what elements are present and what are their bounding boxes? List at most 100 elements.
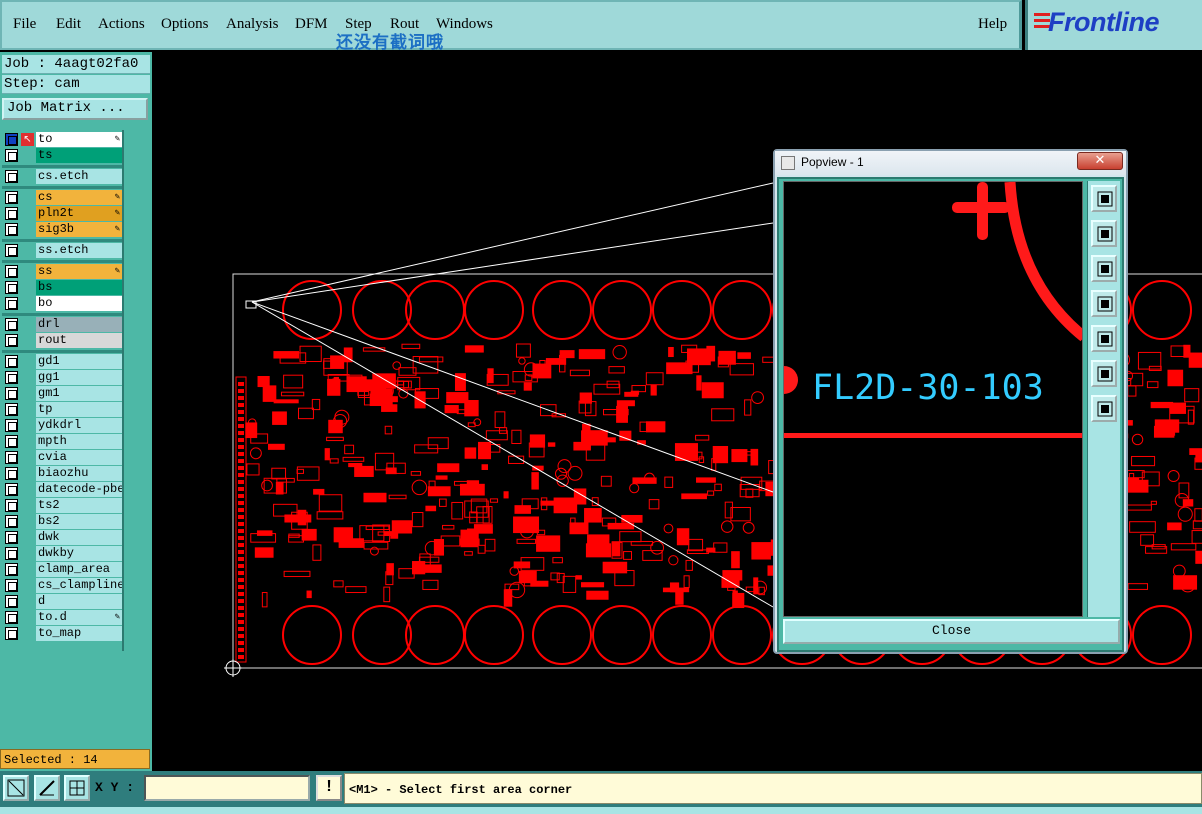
pan-down-button[interactable]: [1091, 255, 1117, 282]
layer-row[interactable]: mpth: [2, 434, 122, 449]
layer-row[interactable]: biaozhu: [2, 466, 122, 481]
popview-viewport[interactable]: FL2D-30-103: [783, 181, 1083, 617]
layer-checkbox[interactable]: [5, 515, 18, 528]
layer-checkbox[interactable]: [5, 579, 18, 592]
layer-checkbox[interactable]: [5, 133, 18, 146]
close-button[interactable]: Close: [783, 619, 1120, 644]
layer-row[interactable]: tp: [2, 402, 122, 417]
pcb-pad: [567, 465, 583, 481]
xy-input[interactable]: [144, 775, 310, 801]
message-button[interactable]: !: [316, 775, 342, 801]
layer-row[interactable]: ss ✎: [2, 264, 122, 279]
layer-row[interactable]: bo: [2, 296, 122, 311]
layer-row[interactable]: d: [2, 594, 122, 609]
layer-checkbox[interactable]: [5, 531, 18, 544]
layer-row[interactable]: gg1: [2, 370, 122, 385]
layer-checkbox[interactable]: [5, 191, 18, 204]
pcb-component: [1170, 543, 1197, 551]
pcb-component: [751, 542, 771, 560]
layer-checkbox[interactable]: [5, 355, 18, 368]
layer-checkbox[interactable]: [5, 334, 18, 347]
layer-checkbox[interactable]: [5, 149, 18, 162]
layer-row[interactable]: to_map: [2, 626, 122, 641]
layer-checkbox[interactable]: [5, 499, 18, 512]
layer-checkbox[interactable]: [5, 419, 18, 432]
layer-row[interactable]: clamp_area: [2, 562, 122, 577]
menu-analysis[interactable]: Analysis: [226, 16, 279, 33]
layer-row[interactable]: gd1: [2, 354, 122, 369]
layer-checkbox[interactable]: [5, 371, 18, 384]
layer-checkbox[interactable]: [5, 451, 18, 464]
pan-down-icon: [1097, 261, 1113, 277]
layer-checkbox[interactable]: [5, 547, 18, 560]
layer-row[interactable]: bs: [2, 280, 122, 295]
layer-row[interactable]: rout: [2, 333, 122, 348]
layer-checkbox[interactable]: [5, 281, 18, 294]
layer-name: drl: [36, 317, 122, 332]
menu-help[interactable]: Help: [978, 16, 1007, 33]
layer-row[interactable]: drl: [2, 317, 122, 332]
connector-pin: [238, 403, 244, 407]
layer-row[interactable]: dwkby: [2, 546, 122, 561]
layer-checkbox[interactable]: [5, 467, 18, 480]
layer-checkbox[interactable]: [5, 318, 18, 331]
menu-edit[interactable]: Edit: [56, 16, 81, 33]
layer-checkbox[interactable]: [5, 483, 18, 496]
measure-button[interactable]: [34, 775, 60, 801]
layer-checkbox[interactable]: [5, 207, 18, 220]
layer-checkbox[interactable]: [5, 563, 18, 576]
pan-up-button[interactable]: [1091, 220, 1117, 247]
close-icon[interactable]: ✕: [1077, 152, 1123, 170]
menu-dfm[interactable]: DFM: [295, 16, 328, 33]
zoom-area-icon: [7, 779, 25, 797]
layer-checkbox[interactable]: [5, 611, 18, 624]
layer-name: clamp_area: [36, 562, 122, 577]
layer-checkbox[interactable]: [5, 403, 18, 416]
menu-windows[interactable]: Windows: [436, 16, 493, 33]
job-matrix-button[interactable]: Job Matrix ...: [2, 98, 148, 120]
layer-row[interactable]: cs ✎: [2, 190, 122, 205]
pcb-component: [518, 570, 537, 584]
layer-row[interactable]: ts: [2, 148, 122, 163]
layer-checkbox[interactable]: [5, 595, 18, 608]
snap-grid-button[interactable]: [64, 775, 90, 801]
pcb-component: [547, 442, 556, 447]
layer-row[interactable]: ts2: [2, 498, 122, 513]
layer-row[interactable]: cvia: [2, 450, 122, 465]
zoom-area-button[interactable]: [3, 775, 29, 801]
layer-checkbox[interactable]: [5, 265, 18, 278]
layer-checkbox[interactable]: [5, 435, 18, 448]
layer-row[interactable]: datecode-pbe: [2, 482, 122, 497]
popview-titlebar[interactable]: Popview - 1 ✕: [775, 151, 1126, 175]
menu-file[interactable]: File: [13, 16, 36, 33]
menu-options[interactable]: Options: [161, 16, 209, 33]
layer-checkbox[interactable]: [5, 170, 18, 183]
layer-checkbox[interactable]: [5, 627, 18, 640]
layer-row[interactable]: cs.etch: [2, 169, 122, 184]
layer-row[interactable]: pln2t ✎: [2, 206, 122, 221]
layer-row[interactable]: ss.etch: [2, 243, 122, 258]
pan-right-button[interactable]: [1091, 325, 1117, 352]
zoom-fit-button[interactable]: [1091, 185, 1117, 212]
zoom-out-button[interactable]: [1091, 395, 1117, 422]
layer-row[interactable]: sig3b ✎: [2, 222, 122, 237]
layer-row[interactable]: bs2: [2, 514, 122, 529]
layer-name: ydkdrl: [36, 418, 122, 433]
pcb-pad: [1131, 433, 1144, 446]
layer-checkbox[interactable]: [5, 223, 18, 236]
layer-row[interactable]: dwk: [2, 530, 122, 545]
layer-checkbox[interactable]: [5, 387, 18, 400]
layer-row[interactable]: ydkdrl: [2, 418, 122, 433]
pcb-component: [562, 575, 577, 593]
layer-row[interactable]: cs_clampline: [2, 578, 122, 593]
zoom-out-icon: [1097, 401, 1113, 417]
layer-row[interactable]: to.d ✎: [2, 610, 122, 625]
layer-checkbox[interactable]: [5, 244, 18, 257]
zoom-in-button[interactable]: [1091, 360, 1117, 387]
pan-left-button[interactable]: [1091, 290, 1117, 317]
pcb-component: [645, 421, 666, 433]
layer-row[interactable]: gm1: [2, 386, 122, 401]
layer-checkbox[interactable]: [5, 297, 18, 310]
menu-actions[interactable]: Actions: [98, 16, 145, 33]
layer-row[interactable]: ↖ to ✎: [2, 132, 122, 147]
